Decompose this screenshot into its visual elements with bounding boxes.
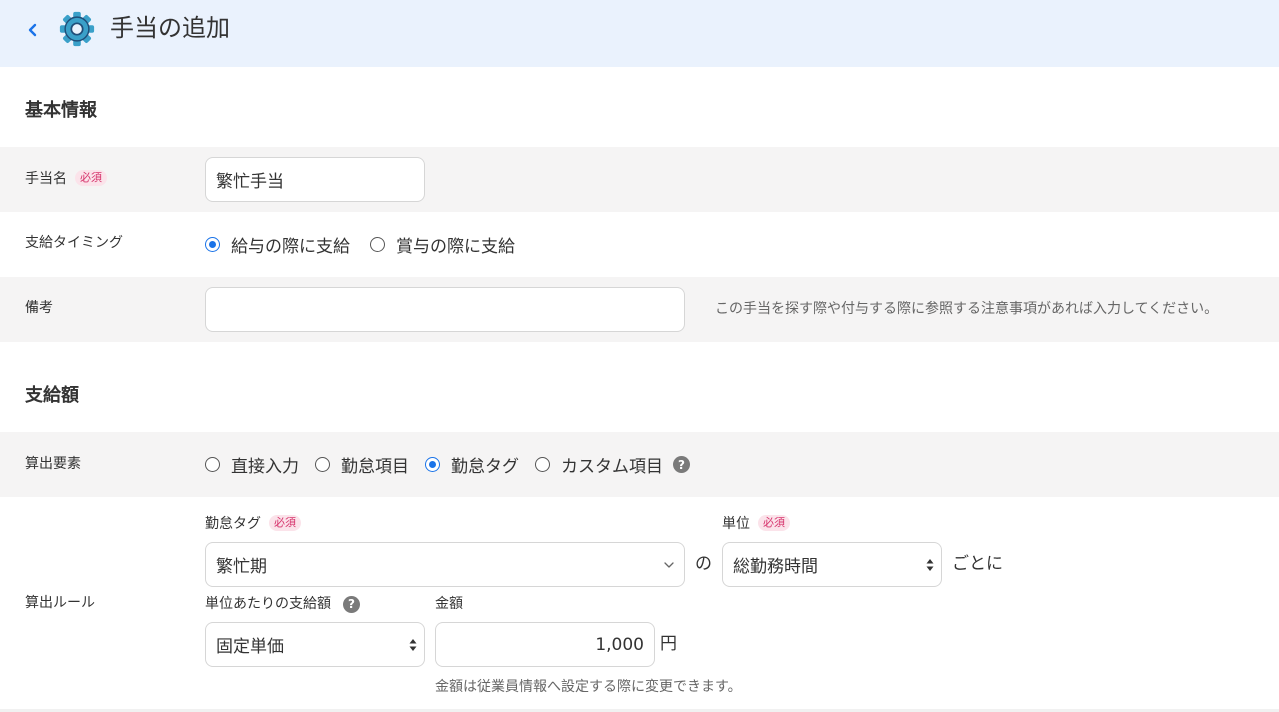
calc-option-label: 直接入力 [231, 457, 299, 477]
amount-input[interactable]: 1,000 [435, 622, 655, 667]
allowance-name-input[interactable]: 繁忙手当 [205, 157, 425, 202]
page-header: 手当の追加 [0, 0, 1279, 67]
note-input[interactable] [205, 287, 685, 332]
calc-element-label: 算出要素 [25, 456, 81, 472]
amount-label: 金額 [435, 596, 463, 612]
allowance-name-label-group: 手当名 必須 [25, 169, 107, 189]
radio-unchecked-icon [370, 237, 385, 252]
required-badge: 必須 [758, 515, 790, 531]
tag-field-label: 勤怠タグ [205, 516, 261, 532]
note-label: 備考 [25, 300, 53, 316]
payment-timing-label: 支給タイミング [25, 235, 123, 251]
radio-unchecked-icon [315, 457, 330, 472]
attendance-tag-select[interactable]: 繁忙期 [205, 542, 685, 587]
calc-option-direct[interactable]: 直接入力 [205, 452, 299, 477]
calc-option-attendance-tag[interactable]: 勤怠タグ [425, 452, 519, 477]
gear-icon [59, 11, 95, 47]
timing-option-bonus[interactable]: 賞与の際に支給 [370, 232, 515, 257]
payment-timing-radio-group: 給与の際に支給 賞与の際に支給 [205, 232, 515, 257]
calc-option-label: カスタム項目 [561, 457, 663, 477]
unit-select[interactable]: 総勤務時間 [722, 542, 942, 587]
chevron-down-icon [664, 561, 674, 568]
calc-option-attendance-item[interactable]: 勤怠項目 [315, 452, 409, 477]
attendance-tag-value: 繁忙期 [216, 557, 267, 577]
allowance-name-label: 手当名 [25, 171, 67, 187]
unit-field-label: 単位 [722, 516, 750, 532]
per-unit-label: 単位あたりの支給額 [205, 596, 331, 612]
per-unit-select[interactable]: 固定単価 [205, 622, 425, 667]
help-icon[interactable]: ? [343, 595, 360, 613]
back-chevron-icon[interactable] [22, 18, 44, 42]
calc-rule-row: 算出ルール 勤怠タグ 必須 繁忙期 の 単位 必須 総勤務時間 ごとに 単位あたりの… [0, 497, 1279, 709]
radio-checked-icon [425, 457, 440, 472]
note-row: 備考 この手当を探す際や付与する際に参照する注意事項があれば入力してください。 [0, 277, 1279, 342]
allowance-name-row: 手当名 必須 繁忙手当 [0, 147, 1279, 212]
calc-option-label: 勤怠項目 [341, 457, 409, 477]
timing-option-salary[interactable]: 給与の際に支給 [205, 232, 350, 257]
amount-hint: 金額は従業員情報へ設定する際に変更できます。 [435, 679, 742, 695]
unit-field-label-group: 単位 必須 [722, 514, 790, 534]
help-icon[interactable]: ? [673, 456, 690, 473]
calc-element-row: 算出要素 直接入力 勤怠項目 勤怠タグ カスタム項目 ? [0, 432, 1279, 497]
per-text: ごとに [952, 554, 1003, 574]
timing-option-label: 賞与の際に支給 [396, 237, 515, 257]
calc-rule-label: 算出ルール [25, 595, 95, 611]
payment-timing-row: 支給タイミング 給与の際に支給 賞与の際に支給 [0, 212, 1279, 277]
required-badge: 必須 [269, 515, 301, 531]
required-badge: 必須 [75, 170, 107, 186]
timing-option-label: 給与の際に支給 [231, 237, 350, 257]
radio-unchecked-icon [205, 457, 220, 472]
updown-arrows-icon [409, 638, 417, 651]
tag-field-label-group: 勤怠タグ 必須 [205, 514, 301, 534]
basic-info-heading: 基本情報 [25, 100, 97, 121]
of-text: の [695, 554, 712, 574]
unit-value: 総勤務時間 [733, 557, 818, 577]
calc-option-label: 勤怠タグ [451, 457, 519, 477]
per-unit-value: 固定単価 [216, 637, 284, 657]
calc-option-custom[interactable]: カスタム項目 [535, 452, 663, 477]
radio-unchecked-icon [535, 457, 550, 472]
per-unit-label-group: 単位あたりの支給額 ? [205, 594, 360, 614]
radio-checked-icon [205, 237, 220, 252]
note-hint: この手当を探す際や付与する際に参照する注意事項があれば入力してください。 [715, 301, 1219, 317]
calc-element-radio-group: 直接入力 勤怠項目 勤怠タグ カスタム項目 ? [205, 452, 690, 477]
currency-unit: 円 [660, 634, 677, 654]
payment-heading: 支給額 [25, 385, 79, 406]
updown-arrows-icon [926, 558, 934, 571]
page-title: 手当の追加 [110, 14, 230, 42]
